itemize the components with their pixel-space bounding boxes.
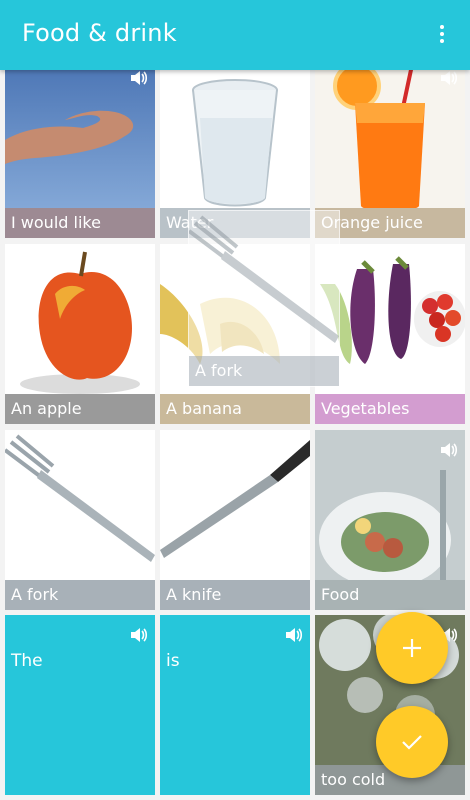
tile-label: Vegetables: [315, 394, 465, 424]
tile-the[interactable]: The: [5, 615, 155, 795]
tile-is[interactable]: is: [160, 615, 310, 795]
plus-icon: [403, 639, 421, 657]
drag-preview-tile[interactable]: A fork: [188, 210, 340, 387]
tile-label: A knife: [160, 580, 310, 610]
drag-preview-label: A fork: [189, 356, 339, 386]
speaker-icon[interactable]: [129, 625, 149, 645]
tile-an-apple[interactable]: An apple: [5, 244, 155, 424]
tile-label: Food: [315, 580, 465, 610]
tile-i-would-like[interactable]: I would like: [5, 58, 155, 238]
add-button[interactable]: [376, 612, 448, 684]
speaker-icon[interactable]: [129, 68, 149, 88]
check-icon: [402, 735, 422, 750]
page-title: Food & drink: [22, 19, 177, 47]
tile-a-knife[interactable]: A knife: [160, 430, 310, 610]
tile-label: A banana: [160, 394, 310, 424]
speaker-icon[interactable]: [439, 68, 459, 88]
tile-label: I would like: [5, 208, 155, 238]
tile-label: The: [11, 651, 43, 671]
tile-label: An apple: [5, 394, 155, 424]
tile-a-fork[interactable]: A fork: [5, 430, 155, 610]
speaker-icon[interactable]: [439, 440, 459, 460]
done-button[interactable]: [376, 706, 448, 778]
tile-label: A fork: [5, 580, 155, 610]
app-bar: Food & drink: [0, 0, 470, 70]
speaker-icon[interactable]: [284, 625, 304, 645]
speaker-icon[interactable]: [439, 254, 459, 274]
tile-label: is: [166, 651, 180, 671]
tile-food[interactable]: Food: [315, 430, 465, 610]
more-vert-icon[interactable]: [432, 22, 452, 48]
speaker-icon[interactable]: [284, 68, 304, 88]
